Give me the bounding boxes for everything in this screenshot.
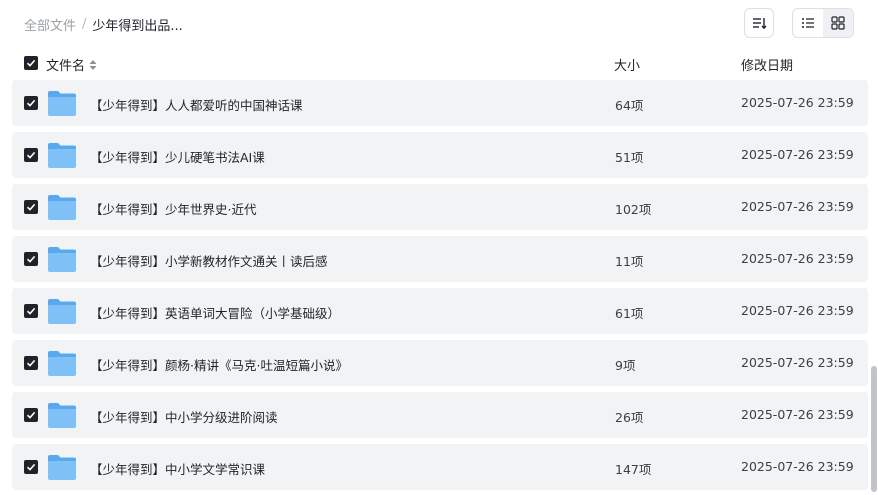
- list-view-button[interactable]: [793, 9, 823, 37]
- file-name[interactable]: 【少年得到】人人都爱听的中国神话课: [90, 95, 303, 114]
- sort-arrows-icon: [89, 59, 97, 70]
- file-modified-date: 2025-07-26 23:59: [741, 303, 854, 318]
- file-name[interactable]: 【少年得到】少年世界史·近代: [90, 199, 256, 218]
- folder-icon: [48, 143, 76, 168]
- scrollbar-thumb[interactable]: [871, 366, 877, 492]
- check-icon: [26, 255, 36, 263]
- file-browser: 全部文件 / 少年得到出品... 文件名 大小 修改日期 【少年得到】人人都爱听…: [0, 0, 878, 495]
- file-list: 【少年得到】人人都爱听的中国神话课 64项 2025-07-26 23:59 【…: [12, 80, 868, 495]
- file-size: 102项: [615, 202, 652, 217]
- check-icon: [26, 99, 36, 107]
- grid-view-button[interactable]: [823, 9, 853, 37]
- check-icon: [26, 411, 36, 419]
- row-checkbox[interactable]: [24, 96, 38, 110]
- column-header-name[interactable]: 文件名: [46, 55, 98, 74]
- folder-icon: [48, 195, 76, 220]
- check-icon: [26, 307, 36, 315]
- file-modified-date: 2025-07-26 23:59: [741, 355, 854, 370]
- row-checkbox[interactable]: [24, 200, 38, 214]
- file-size: 51项: [615, 150, 644, 165]
- row-checkbox[interactable]: [24, 408, 38, 422]
- column-header-modified[interactable]: 修改日期: [741, 55, 793, 74]
- breadcrumb-separator: /: [82, 16, 87, 32]
- breadcrumb-current-folder: 少年得到出品...: [92, 18, 183, 34]
- file-name[interactable]: 【少年得到】中小学分级进阶阅读: [90, 407, 278, 426]
- table-row[interactable]: 【少年得到】英语单词大冒险（小学基础级） 61项 2025-07-26 23:5…: [12, 288, 868, 334]
- file-size: 147项: [615, 462, 652, 477]
- folder-icon: [48, 91, 76, 116]
- table-row[interactable]: 【少年得到】中小学分级进阶阅读 26项 2025-07-26 23:59: [12, 392, 868, 438]
- check-icon: [26, 463, 36, 471]
- file-modified-date: 2025-07-26 23:59: [741, 251, 854, 266]
- column-header-name-label: 文件名: [46, 59, 86, 74]
- table-row[interactable]: 【少年得到】人人都爱听的中国神话课 64项 2025-07-26 23:59: [12, 80, 868, 126]
- table-row[interactable]: 【少年得到】少年世界史·近代 102项 2025-07-26 23:59: [12, 184, 868, 230]
- folder-icon: [48, 403, 76, 428]
- sort-icon: [753, 18, 767, 30]
- table-row[interactable]: 【少年得到】少儿硬笔书法AI课 51项 2025-07-26 23:59: [12, 132, 868, 178]
- check-icon: [26, 59, 36, 67]
- file-modified-date: 2025-07-26 23:59: [741, 459, 854, 474]
- file-name[interactable]: 【少年得到】小学新教材作文通关丨读后感: [90, 251, 328, 270]
- list-view-icon: [802, 18, 814, 28]
- file-name[interactable]: 【少年得到】英语单词大冒险（小学基础级）: [90, 303, 340, 322]
- table-row[interactable]: 【少年得到】中小学文学常识课 147项 2025-07-26 23:59: [12, 444, 868, 490]
- file-size: 9项: [615, 358, 636, 373]
- row-checkbox[interactable]: [24, 148, 38, 162]
- file-name[interactable]: 【少年得到】中小学文学常识课: [90, 459, 265, 478]
- grid-view-icon: [831, 16, 845, 30]
- folder-icon: [48, 247, 76, 272]
- folder-icon: [48, 351, 76, 376]
- file-size: 26项: [615, 410, 644, 425]
- file-modified-date: 2025-07-26 23:59: [741, 407, 854, 422]
- row-checkbox[interactable]: [24, 304, 38, 318]
- folder-icon: [48, 299, 76, 324]
- row-checkbox[interactable]: [24, 460, 38, 474]
- row-checkbox[interactable]: [24, 252, 38, 266]
- file-size: 11项: [615, 254, 644, 269]
- check-icon: [26, 203, 36, 211]
- breadcrumb: 全部文件 / 少年得到出品...: [24, 14, 183, 34]
- breadcrumb-root-link[interactable]: 全部文件: [24, 15, 76, 34]
- table-row[interactable]: 【少年得到】颜杨·精讲《马克·吐温短篇小说》 9项 2025-07-26 23:…: [12, 340, 868, 386]
- check-icon: [26, 359, 36, 367]
- check-icon: [26, 151, 36, 159]
- column-header-size[interactable]: 大小: [614, 55, 640, 74]
- file-name[interactable]: 【少年得到】颜杨·精讲《马克·吐温短篇小说》: [90, 355, 348, 374]
- row-checkbox[interactable]: [24, 356, 38, 370]
- file-size: 61项: [615, 306, 644, 321]
- table-row[interactable]: 【少年得到】小学新教材作文通关丨读后感 11项 2025-07-26 23:59: [12, 236, 868, 282]
- file-size: 64项: [615, 98, 644, 113]
- file-name[interactable]: 【少年得到】少儿硬笔书法AI课: [90, 147, 265, 166]
- sort-button[interactable]: [744, 8, 774, 38]
- file-modified-date: 2025-07-26 23:59: [741, 147, 854, 162]
- table-header: 文件名 大小 修改日期: [0, 50, 868, 78]
- select-all-checkbox[interactable]: [24, 56, 38, 70]
- folder-icon: [48, 455, 76, 480]
- view-toggle: [792, 8, 854, 38]
- file-modified-date: 2025-07-26 23:59: [741, 199, 854, 214]
- file-modified-date: 2025-07-26 23:59: [741, 95, 854, 110]
